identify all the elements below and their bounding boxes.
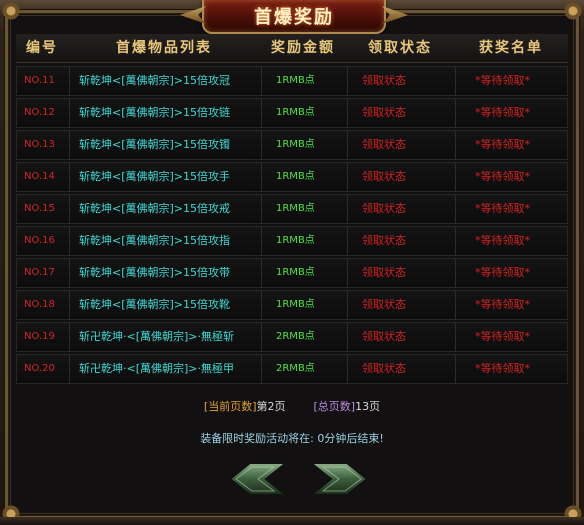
row-number: NO.20 (24, 363, 55, 374)
table-header: 编号 首爆物品列表 奖励金额 领取状态 获奖名单 (16, 34, 568, 63)
header-number: 编号 (26, 40, 58, 56)
corner-ornament-icon (0, 0, 22, 22)
event-countdown-notice: 装备限时奖励活动将在: 0分钟后结束! (200, 432, 384, 445)
row-item: 斩乾坤<[萬佛朝宗]>15倍攻带 (69, 259, 261, 287)
row-amount: 2RMB点 (261, 323, 347, 351)
row-winner: *等待领取* (455, 291, 567, 319)
current-page-value: 第2页 (256, 400, 286, 413)
corner-ornament-icon (562, 0, 584, 22)
row-item: 斩乾坤<[萬佛朝宗]>15倍攻镯 (69, 131, 261, 159)
row-number: NO.14 (24, 171, 55, 182)
row-winner: *等待领取* (455, 99, 567, 127)
row-winner: *等待领取* (455, 163, 567, 191)
claim-status-link[interactable]: 领取状态 (347, 67, 455, 95)
row-winner: *等待领取* (455, 259, 567, 287)
table-row: NO.20 斩卍乾坤·<[萬佛朝宗]>·無極甲 2RMB点 领取状态 *等待领取… (16, 354, 568, 384)
row-amount: 1RMB点 (261, 195, 347, 223)
claim-status-link[interactable]: 领取状态 (347, 355, 455, 383)
next-page-button[interactable] (309, 461, 369, 497)
title-plate: 首爆奖励 (202, 0, 386, 34)
claim-status-link[interactable]: 领取状态 (347, 131, 455, 159)
claim-status-link[interactable]: 领取状态 (347, 99, 455, 127)
header-winner: 获奖名单 (479, 40, 543, 56)
row-amount: 1RMB点 (261, 291, 347, 319)
row-number: NO.16 (24, 235, 55, 246)
bottom-decoration (0, 517, 584, 525)
row-item: 斩乾坤<[萬佛朝宗]>15倍攻靴 (69, 291, 261, 319)
row-number: NO.17 (24, 267, 55, 278)
chevron-left-icon (228, 462, 288, 496)
claim-status-link[interactable]: 领取状态 (347, 259, 455, 287)
total-pages-value: 13页 (355, 400, 381, 413)
row-item: 斩乾坤<[萬佛朝宗]>15倍攻戒 (69, 195, 261, 223)
total-pages-label: [总页数] (313, 400, 356, 413)
table-row: NO.14 斩乾坤<[萬佛朝宗]>15倍攻手 1RMB点 领取状态 *等待领取* (16, 162, 568, 192)
row-winner: *等待领取* (455, 323, 567, 351)
claim-status-link[interactable]: 领取状态 (347, 195, 455, 223)
row-winner: *等待领取* (455, 131, 567, 159)
row-winner: *等待领取* (455, 195, 567, 223)
row-number: NO.11 (24, 75, 55, 86)
row-amount: 1RMB点 (261, 163, 347, 191)
row-number: NO.18 (24, 299, 55, 310)
table-row: NO.17 斩乾坤<[萬佛朝宗]>15倍攻带 1RMB点 领取状态 *等待领取* (16, 258, 568, 288)
row-item: 斩卍乾坤·<[萬佛朝宗]>·無極斩 (69, 323, 261, 351)
pagination-info: [当前页数]第2页 [总页数]13页 (0, 398, 584, 416)
row-item: 斩乾坤<[萬佛朝宗]>15倍攻冠 (69, 67, 261, 95)
claim-status-link[interactable]: 领取状态 (347, 163, 455, 191)
row-amount: 1RMB点 (261, 259, 347, 287)
table-row: NO.18 斩乾坤<[萬佛朝宗]>15倍攻靴 1RMB点 领取状态 *等待领取* (16, 290, 568, 320)
row-winner: *等待领取* (455, 227, 567, 255)
row-winner: *等待领取* (455, 355, 567, 383)
table-row: NO.15 斩乾坤<[萬佛朝宗]>15倍攻戒 1RMB点 领取状态 *等待领取* (16, 194, 568, 224)
row-amount: 1RMB点 (261, 67, 347, 95)
row-number: NO.13 (24, 139, 55, 150)
header-status: 领取状态 (368, 40, 432, 56)
page-title: 首爆奖励 (254, 7, 334, 28)
row-number: NO.19 (24, 331, 55, 342)
row-item: 斩乾坤<[萬佛朝宗]>15倍攻手 (69, 163, 261, 191)
claim-status-link[interactable]: 领取状态 (347, 227, 455, 255)
table-row: NO.11 斩乾坤<[萬佛朝宗]>15倍攻冠 1RMB点 领取状态 *等待领取* (16, 66, 568, 96)
row-number: NO.15 (24, 203, 55, 214)
row-amount: 2RMB点 (261, 355, 347, 383)
row-amount: 1RMB点 (261, 99, 347, 127)
claim-status-link[interactable]: 领取状态 (347, 323, 455, 351)
row-amount: 1RMB点 (261, 227, 347, 255)
table-row: NO.13 斩乾坤<[萬佛朝宗]>15倍攻镯 1RMB点 领取状态 *等待领取* (16, 130, 568, 160)
table-row: NO.19 斩卍乾坤·<[萬佛朝宗]>·無極斩 2RMB点 领取状态 *等待领取… (16, 322, 568, 352)
row-winner: *等待领取* (455, 67, 567, 95)
row-item: 斩乾坤<[萬佛朝宗]>15倍攻指 (69, 227, 261, 255)
table-row: NO.12 斩乾坤<[萬佛朝宗]>15倍攻链 1RMB点 领取状态 *等待领取* (16, 98, 568, 128)
row-item: 斩乾坤<[萬佛朝宗]>15倍攻链 (69, 99, 261, 127)
row-number: NO.12 (24, 107, 55, 118)
header-amount: 奖励金额 (271, 40, 335, 56)
current-page-label: [当前页数] (203, 400, 257, 413)
claim-status-link[interactable]: 领取状态 (347, 291, 455, 319)
table-row: NO.16 斩乾坤<[萬佛朝宗]>15倍攻指 1RMB点 领取状态 *等待领取* (16, 226, 568, 256)
prev-page-button[interactable] (228, 461, 288, 497)
row-amount: 1RMB点 (261, 131, 347, 159)
chevron-right-icon (309, 462, 369, 496)
row-item: 斩卍乾坤·<[萬佛朝宗]>·無極甲 (69, 355, 261, 383)
header-item: 首爆物品列表 (116, 40, 212, 56)
reward-table: NO.11 斩乾坤<[萬佛朝宗]>15倍攻冠 1RMB点 领取状态 *等待领取*… (16, 66, 568, 386)
